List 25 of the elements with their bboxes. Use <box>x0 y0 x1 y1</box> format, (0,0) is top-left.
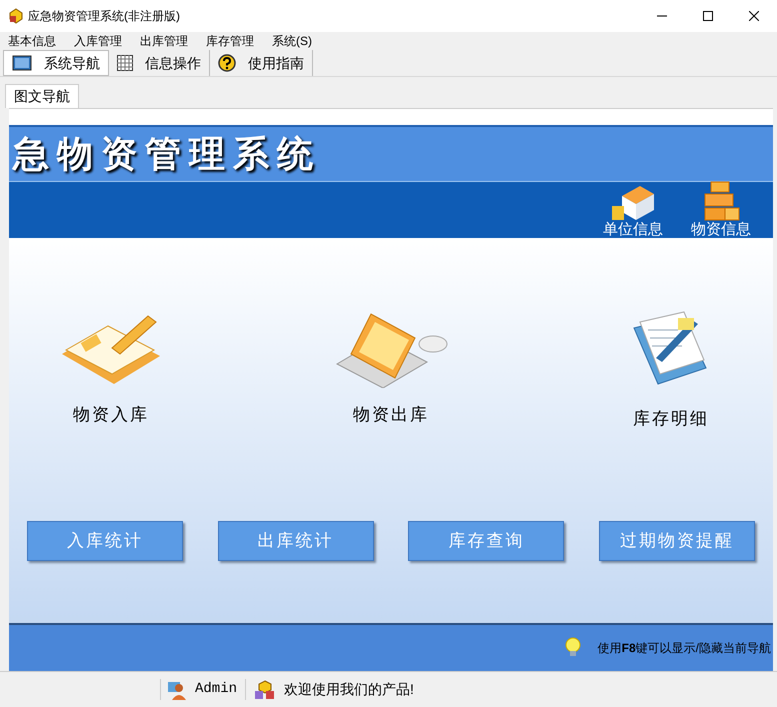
grid-icon <box>117 55 133 71</box>
close-icon <box>749 11 759 21</box>
shortcut-button[interactable]: 单位信息 <box>603 182 663 238</box>
feature-button[interactable]: 库存明细 <box>601 308 741 468</box>
tab[interactable]: 图文导航 <box>5 84 79 108</box>
menu-item[interactable]: 入库管理 <box>74 34 122 46</box>
banner-title: 急物资管理系统 <box>11 132 321 176</box>
menu-item[interactable]: 系统(S) <box>272 34 312 46</box>
status-message: 欢迎使用我们的产品! <box>284 680 414 699</box>
window-title: 应急物资管理系统(非注册版) <box>28 8 180 25</box>
hint-text: 使用F8键可以显示/隐藏当前导航 <box>598 640 771 657</box>
tab[interactable]: 系统导航 <box>3 50 109 76</box>
feature-button[interactable]: 物资出库 <box>321 308 461 468</box>
help-icon <box>218 54 236 72</box>
app-logo-icon <box>8 8 24 24</box>
menu-item[interactable]: 基本信息 <box>8 34 56 46</box>
menu-item[interactable]: 出库管理 <box>140 34 188 46</box>
feature-button[interactable]: 物资入库 <box>41 308 181 468</box>
user-icon <box>167 680 187 700</box>
monitor-icon <box>12 55 32 71</box>
cubes-icon <box>254 680 276 700</box>
shortcut-button[interactable]: 物资信息 <box>691 180 751 238</box>
maximize-icon <box>703 11 713 21</box>
menu-item[interactable]: 库存管理 <box>206 34 254 46</box>
status-user: Admin <box>195 680 238 699</box>
